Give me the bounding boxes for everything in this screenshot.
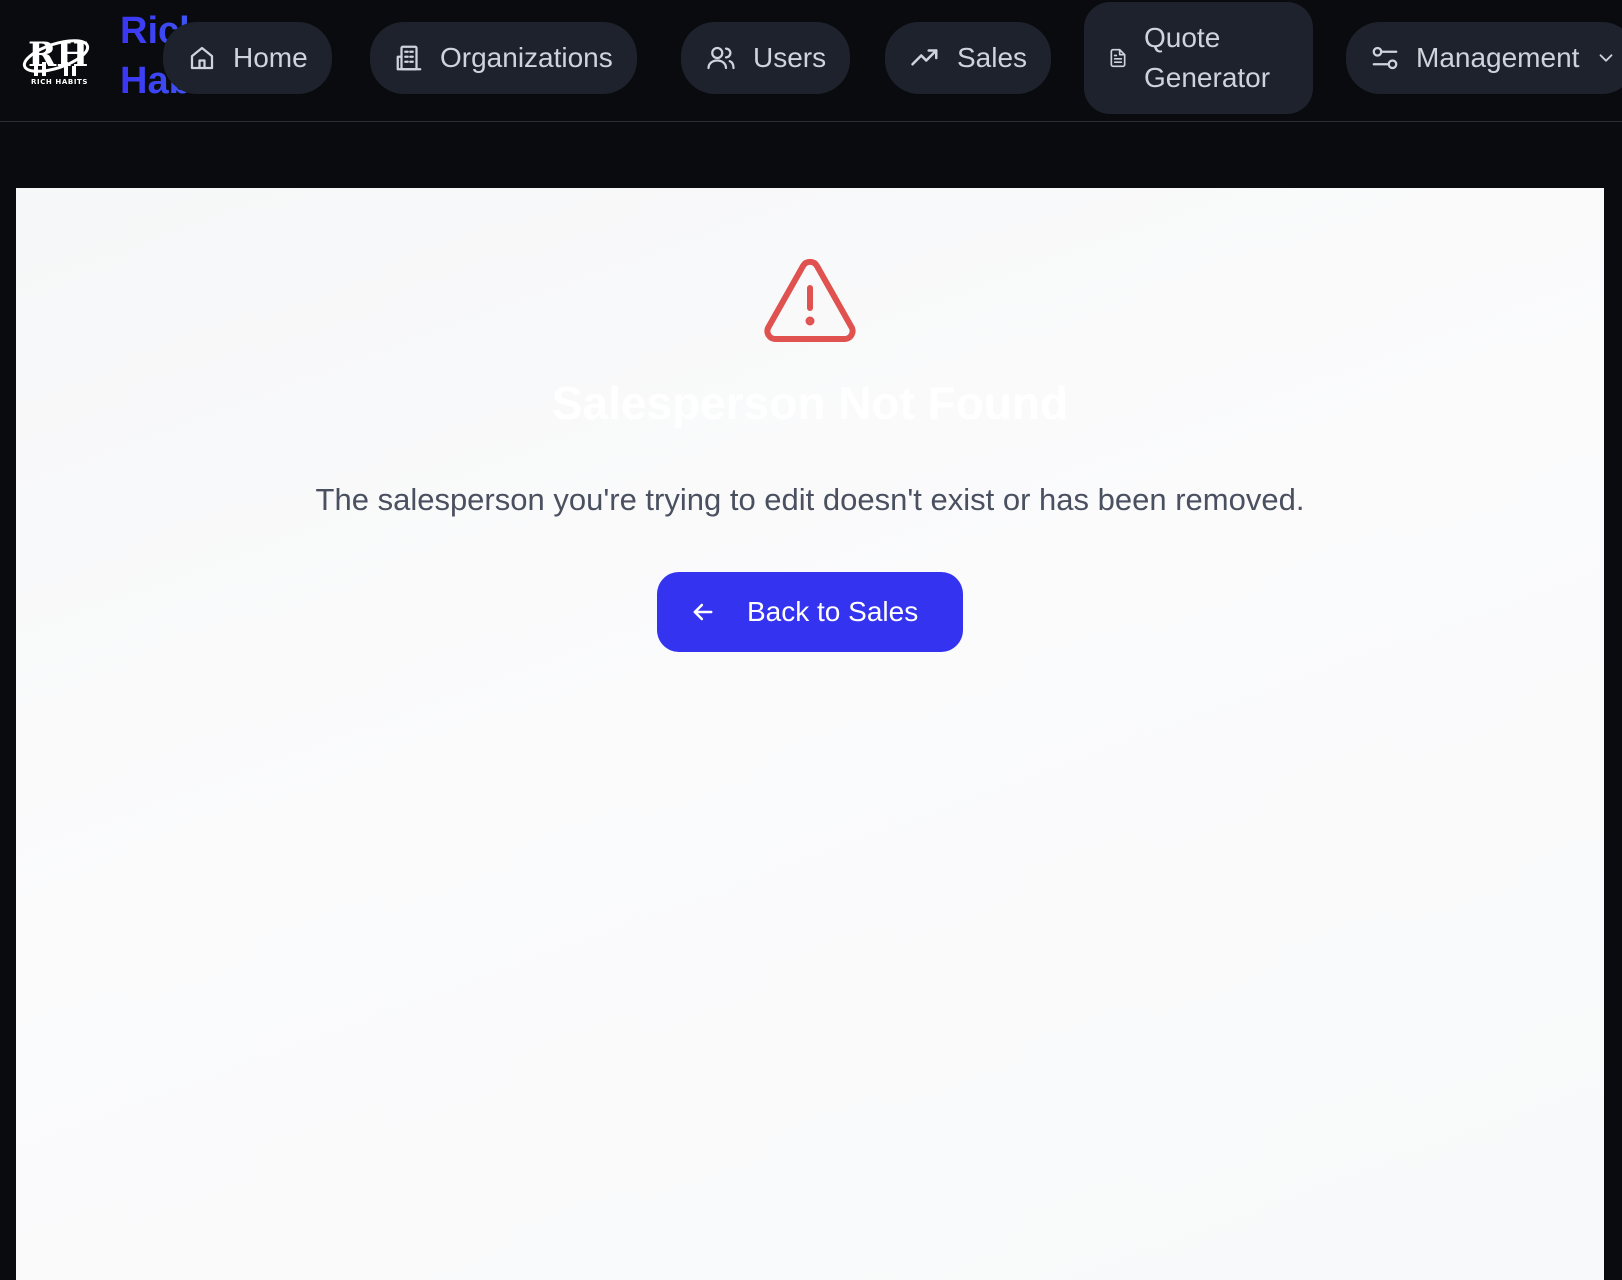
nav-users-label: Users: [753, 42, 827, 73]
svg-text:RICH HABITS: RICH HABITS: [31, 78, 88, 86]
nav-users[interactable]: Users: [681, 22, 851, 94]
sliders-icon: [1372, 46, 1398, 70]
arrow-left-icon: [693, 603, 713, 621]
nav-management-label: Management: [1416, 42, 1580, 73]
not-found-card: Salesperson Not Found The salesperson yo…: [16, 188, 1604, 1280]
document-icon: [1110, 48, 1126, 68]
chevron-down-icon: [1600, 54, 1613, 62]
building-icon: [396, 45, 422, 71]
nav-quote-generator[interactable]: Quote Generator: [1084, 2, 1313, 114]
nav-management[interactable]: Management: [1346, 22, 1622, 94]
users-icon: [707, 46, 735, 70]
top-navigation-bar: RH RICH HABITS Rich Habits Home Organiza…: [0, 0, 1622, 122]
alert-triangle-icon: [764, 258, 856, 342]
nav-organizations[interactable]: Organizations: [370, 22, 637, 94]
nav-quote-generator-label: Quote Generator: [1144, 22, 1271, 93]
back-to-sales-button[interactable]: Back to Sales: [657, 572, 963, 652]
nav-sales-label: Sales: [957, 42, 1028, 73]
rich-habits-logo[interactable]: RH RICH HABITS: [20, 26, 92, 88]
home-icon: [190, 46, 214, 70]
nav-home-label: Home: [233, 42, 308, 73]
nav-sales[interactable]: Sales: [885, 22, 1052, 94]
back-to-sales-label: Back to Sales: [747, 596, 919, 627]
page-title: Salesperson Not Found: [551, 377, 1069, 429]
trending-up-icon: [911, 49, 938, 66]
nav-home[interactable]: Home: [163, 22, 332, 94]
nav-organizations-label: Organizations: [440, 42, 613, 73]
error-message: The salesperson you're trying to edit do…: [315, 482, 1305, 517]
